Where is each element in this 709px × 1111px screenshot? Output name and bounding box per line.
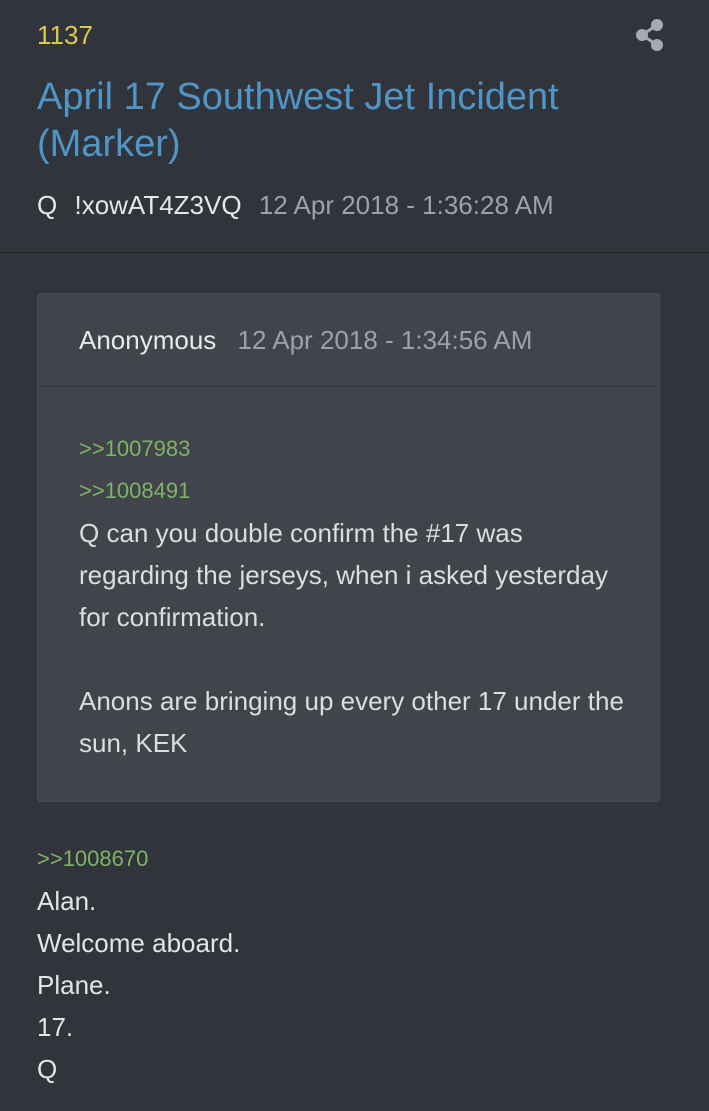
quoted-post-paragraph: Anons are bringing up every other 17 und…: [79, 686, 624, 758]
quoted-post-body: >>1007983 >>1008491 Q can you double con…: [79, 428, 639, 764]
quoted-reply-link[interactable]: >>1007983: [79, 428, 639, 470]
post-tripcode: !xowAT4Z3VQ: [74, 190, 242, 220]
post-body-line: 17.: [37, 1012, 74, 1042]
quoted-post-header: Anonymous 12 Apr 2018 - 1:34:56 AM: [38, 294, 659, 387]
quoted-post-meta: Anonymous 12 Apr 2018 - 1:34:56 AM: [79, 323, 532, 357]
quoted-post-timestamp: 12 Apr 2018 - 1:34:56 AM: [237, 325, 533, 355]
post-body-line: Plane.: [37, 970, 111, 1000]
post-body-line: Welcome aboard.: [37, 928, 241, 958]
post-title[interactable]: April 17 Southwest Jet Incident (Marker): [37, 74, 677, 168]
quoted-post: Anonymous 12 Apr 2018 - 1:34:56 AM >>100…: [37, 293, 660, 802]
post-body-line: Q: [37, 1054, 58, 1084]
quoted-post-author: Anonymous: [79, 325, 217, 355]
post-meta: Q !xowAT4Z3VQ 12 Apr 2018 - 1:36:28 AM: [37, 188, 554, 222]
post-timestamp: 12 Apr 2018 - 1:36:28 AM: [258, 190, 554, 220]
post-number[interactable]: 1137: [37, 19, 93, 51]
post-body: >>1008670 Alan. Welcome aboard. Plane. 1…: [37, 838, 677, 1090]
post-header: 1137 April 17 Southwest Jet Incident (Ma…: [0, 0, 709, 253]
quoted-post-paragraph: Q can you double confirm the #17 was reg…: [79, 518, 608, 632]
share-icon[interactable]: [634, 18, 666, 52]
post-body-line: Alan.: [37, 886, 97, 916]
reply-link[interactable]: >>1008670: [37, 838, 677, 880]
quoted-reply-link[interactable]: >>1008491: [79, 470, 639, 512]
post-author: Q: [37, 190, 58, 220]
